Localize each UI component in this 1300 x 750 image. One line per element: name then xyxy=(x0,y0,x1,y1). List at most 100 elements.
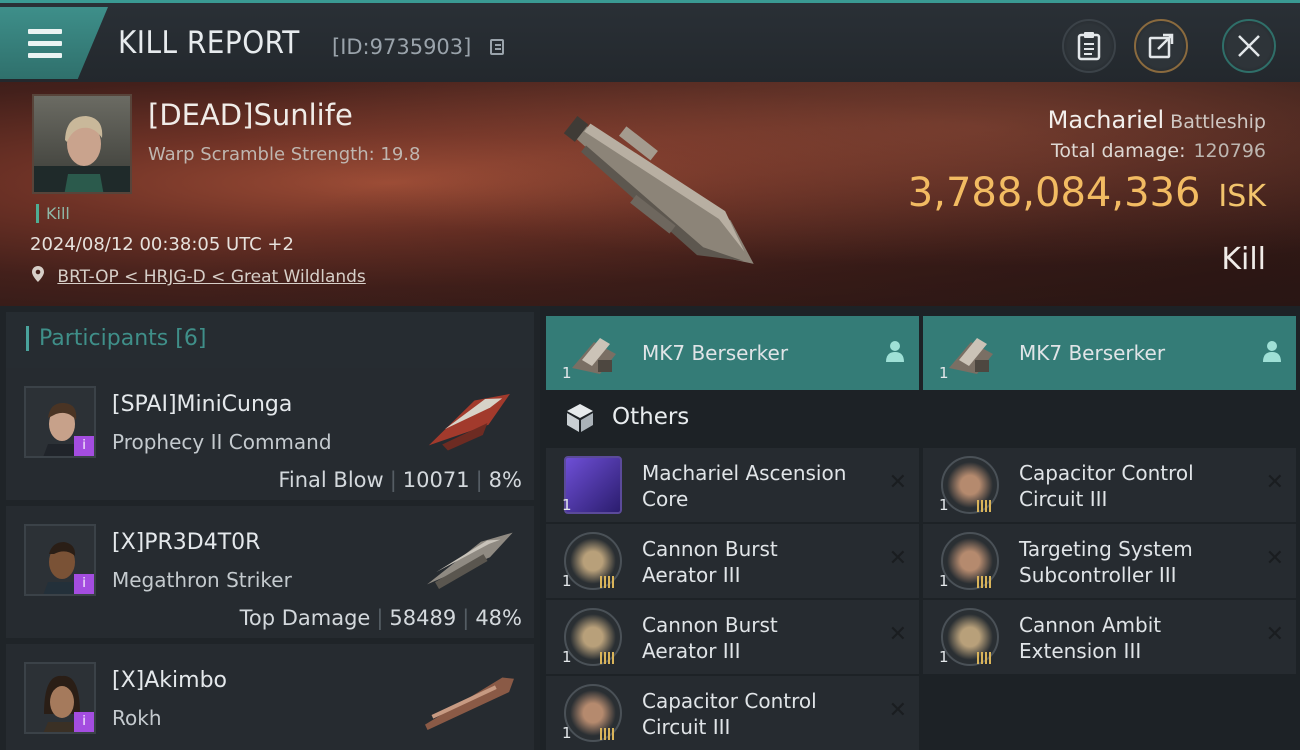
tier-icon xyxy=(977,500,991,512)
participant-ship-image xyxy=(428,393,510,451)
drone-item[interactable]: 1 MK7 Berserker xyxy=(923,316,1296,390)
participant-percent: 8% xyxy=(488,468,522,492)
isk-amount: 3,788,084,336 xyxy=(907,170,1201,216)
destroyed-icon: ✕ xyxy=(888,698,907,723)
participants-panel: Participants [6] i [SPAI]MiniCunga Proph… xyxy=(0,306,540,750)
info-badge-icon[interactable]: i xyxy=(74,436,94,456)
module-item[interactable]: 1 Capacitor Control Circuit III ✕ xyxy=(546,676,919,750)
report-id: [ID:9735903] xyxy=(332,35,472,59)
item-name: Cannon Ambit Extension III xyxy=(1019,613,1162,663)
person-icon[interactable] xyxy=(1262,340,1282,362)
others-section-header: Others xyxy=(546,390,1300,446)
share-icon xyxy=(1148,33,1174,59)
participants-label: Participants [6] xyxy=(26,326,206,351)
tier-icon xyxy=(977,576,991,588)
avatar[interactable]: i xyxy=(24,524,96,596)
destroyed-icon: ✕ xyxy=(888,546,907,571)
item-qty: 1 xyxy=(939,496,949,514)
top-bar: KILL REPORT [ID:9735903] xyxy=(0,0,1300,82)
participant-row[interactable]: i [SPAI]MiniCunga Prophecy II Command Fi… xyxy=(6,368,534,500)
item-name: MK7 Berserker xyxy=(1019,341,1166,365)
close-button[interactable] xyxy=(1222,19,1276,73)
module-item[interactable]: 1 Cannon Ambit Extension III ✕ xyxy=(923,600,1296,674)
scramble-strength: Warp Scramble Strength: 19.8 xyxy=(148,144,421,165)
drone-item[interactable]: 1 MK7 Berserker xyxy=(546,316,919,390)
ship-name: Machariel xyxy=(1047,106,1165,134)
clipboard-icon xyxy=(1077,32,1101,61)
module-item[interactable]: 1 Cannon Burst Aerator III ✕ xyxy=(546,524,919,598)
menu-button[interactable] xyxy=(0,7,108,79)
destroyed-icon: ✕ xyxy=(1265,470,1284,495)
participant-ship: Prophecy II Command xyxy=(112,430,332,454)
participant-percent: 48% xyxy=(475,606,522,630)
total-damage-value: 120796 xyxy=(1193,140,1266,162)
person-icon[interactable] xyxy=(885,340,905,362)
avatar[interactable]: i xyxy=(24,662,96,734)
destroyed-icon: ✕ xyxy=(1265,622,1284,647)
item-qty: 1 xyxy=(939,648,949,666)
participant-role: Final Blow xyxy=(278,468,384,492)
tier-icon xyxy=(977,652,991,664)
destroyed-icon: ✕ xyxy=(888,470,907,495)
destroyed-icon: ✕ xyxy=(1265,546,1284,571)
kill-tag: Kill xyxy=(36,204,70,223)
participant-stats: Final Blow | 10071 | 8% xyxy=(278,468,522,492)
module-item[interactable]: 1 Targeting System Subcontroller III ✕ xyxy=(923,524,1296,598)
location-pin-icon xyxy=(32,266,44,282)
item-qty: 1 xyxy=(562,364,572,382)
info-badge-icon[interactable]: i xyxy=(74,574,94,594)
item-qty: 1 xyxy=(939,572,949,590)
victim-banner: [DEAD]Sunlife Warp Scramble Strength: 19… xyxy=(0,82,1300,306)
participant-row[interactable]: i [X]PR3D4T0R Megathron Striker Top Dama… xyxy=(6,506,534,638)
item-name: Cannon Burst Aerator III xyxy=(642,537,778,587)
participant-damage: 10071 xyxy=(402,468,470,492)
victim-name: [DEAD]Sunlife xyxy=(148,98,353,132)
tier-icon xyxy=(600,652,614,664)
participant-stats: Top Damage | 58489 | 48% xyxy=(239,606,522,630)
avatar[interactable]: i xyxy=(24,386,96,458)
participant-ship: Rokh xyxy=(112,706,162,730)
participant-row[interactable]: i [X]Akimbo Rokh xyxy=(6,644,534,750)
victim-portrait[interactable] xyxy=(32,94,132,194)
clipboard-button[interactable] xyxy=(1062,19,1116,73)
module-item[interactable]: 1 Cannon Burst Aerator III ✕ xyxy=(546,600,919,674)
item-qty: 1 xyxy=(939,364,949,382)
item-qty: 1 xyxy=(562,572,572,590)
ascension-core-icon xyxy=(564,456,622,514)
isk-unit: ISK xyxy=(1218,179,1266,214)
ship-class: Battleship xyxy=(1170,111,1266,133)
item-qty: 1 xyxy=(562,648,572,666)
item-name: Cannon Burst Aerator III xyxy=(642,613,778,663)
result-label: Kill xyxy=(1221,242,1266,277)
participant-role: Top Damage xyxy=(239,606,371,630)
tier-icon xyxy=(600,728,614,740)
info-badge-icon[interactable]: i xyxy=(74,712,94,732)
location-link[interactable]: BRT-OP < HRJG-D < Great Wildlands xyxy=(57,267,365,287)
participant-damage: 58489 xyxy=(389,606,457,630)
participant-ship: Megathron Striker xyxy=(112,568,292,592)
item-name: Machariel Ascension Core xyxy=(642,461,847,511)
item-qty: 1 xyxy=(562,724,572,742)
item-name: Capacitor Control Circuit III xyxy=(1019,461,1194,511)
copy-icon[interactable] xyxy=(490,39,504,55)
participants-count: [6] xyxy=(175,326,207,351)
share-button[interactable] xyxy=(1134,19,1188,73)
item-name: Capacitor Control Circuit III xyxy=(642,689,817,739)
item-qty: 1 xyxy=(562,496,572,514)
total-damage-label: Total damage: xyxy=(1051,140,1186,162)
close-icon xyxy=(1238,35,1260,57)
kill-datetime: 2024/08/12 00:38:05 UTC +2 xyxy=(30,234,294,255)
participant-name: [X]Akimbo xyxy=(112,668,227,693)
victim-ship-image xyxy=(563,115,754,264)
participant-ship-image xyxy=(425,677,514,731)
module-item[interactable]: 1 Capacitor Control Circuit III ✕ xyxy=(923,448,1296,522)
module-item[interactable]: 1 Machariel Ascension Core ✕ xyxy=(546,448,919,522)
others-label: Others xyxy=(612,404,690,430)
kill-location[interactable]: BRT-OP < HRJG-D < Great Wildlands xyxy=(32,266,366,287)
cube-icon xyxy=(567,404,593,432)
item-name: Targeting System Subcontroller III xyxy=(1019,537,1193,587)
tier-icon xyxy=(600,576,614,588)
participants-title: Participants xyxy=(39,326,169,351)
participant-name: [SPAI]MiniCunga xyxy=(112,392,293,417)
destroyed-icon: ✕ xyxy=(888,622,907,647)
